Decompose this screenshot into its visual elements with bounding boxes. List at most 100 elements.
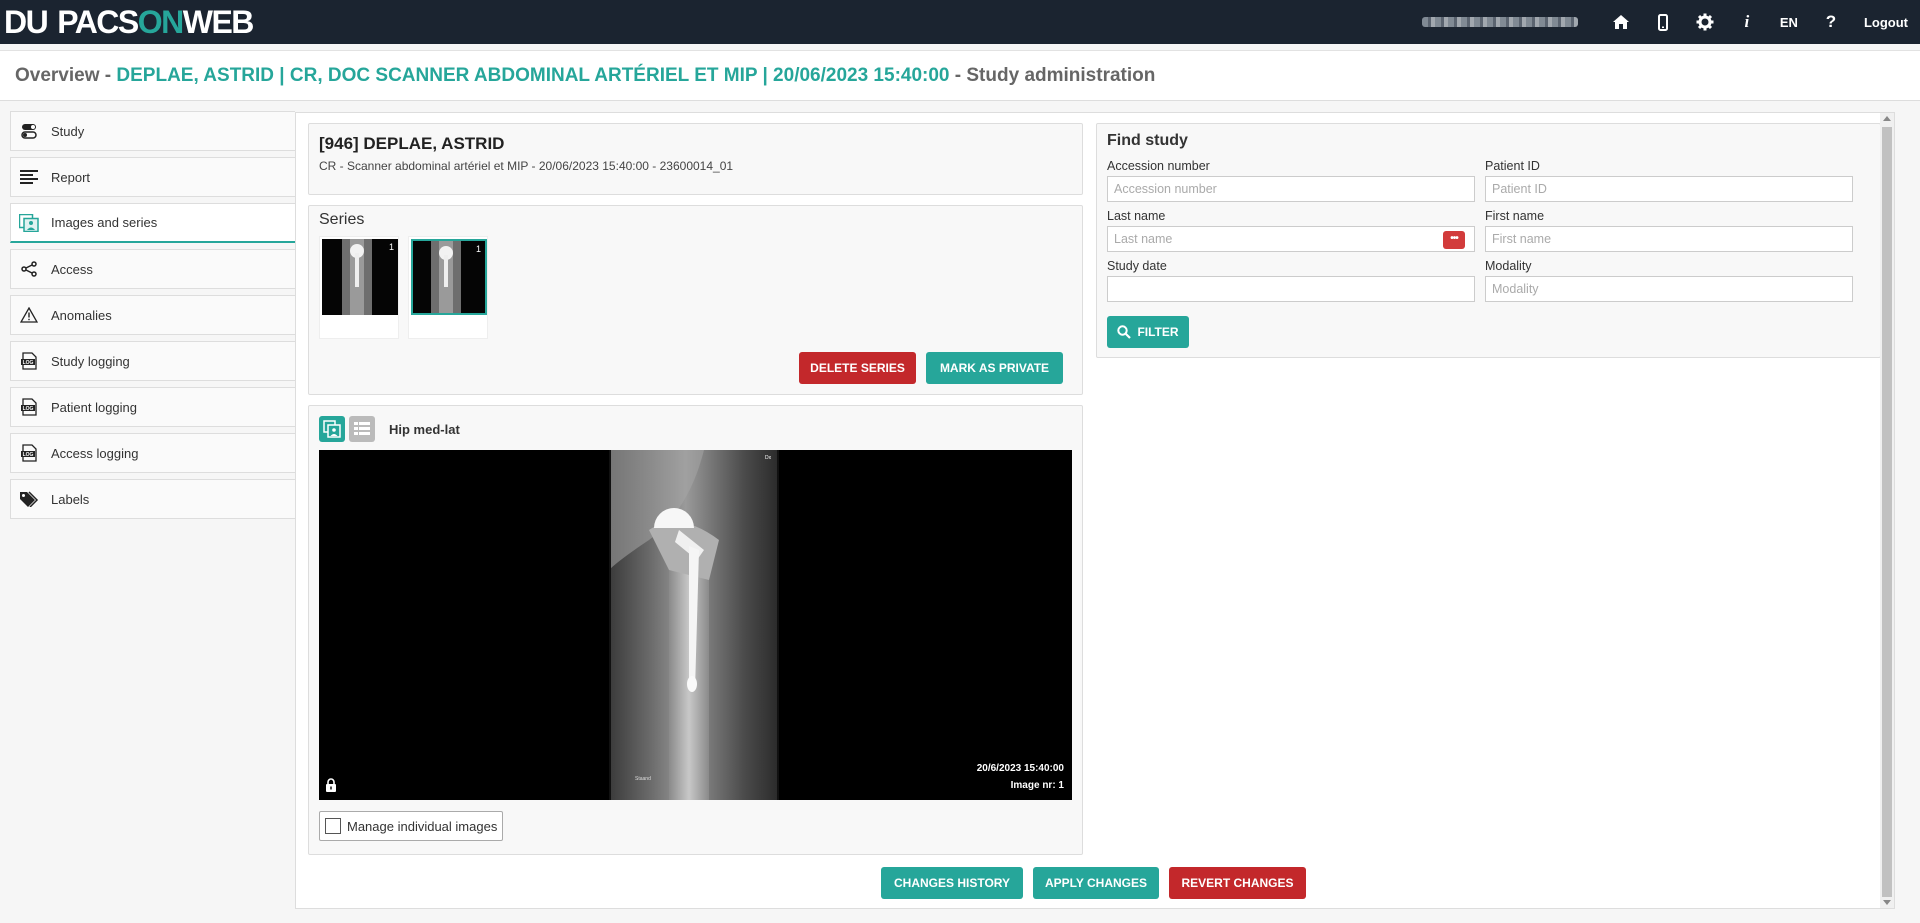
mobile-icon[interactable] xyxy=(1642,0,1684,44)
series-thumbnail-selected[interactable]: 1 xyxy=(408,236,488,339)
mark-as-private-button[interactable]: MARK AS PRIVATE xyxy=(926,352,1063,384)
search-icon xyxy=(1117,325,1132,339)
language-selector[interactable]: EN xyxy=(1768,15,1810,30)
title-prefix: Overview - xyxy=(15,65,117,86)
study-date-overlay: 20/6/2023 15:40:00 xyxy=(976,763,1064,774)
logo-on: ON xyxy=(137,3,185,40)
last-name-field: Last name ••• xyxy=(1107,209,1475,252)
checkbox-box[interactable] xyxy=(325,818,341,834)
sidebar-item-label: Images and series xyxy=(51,215,158,230)
last-name-input[interactable] xyxy=(1107,226,1475,252)
sidebar-item-access[interactable]: Access xyxy=(10,249,295,289)
series-description: Hip med-lat xyxy=(389,421,460,437)
log-icon: LOG xyxy=(19,397,39,417)
series-image-count: 1 xyxy=(475,244,481,254)
sidebar-item-labels[interactable]: Labels xyxy=(10,479,295,519)
sidebar-item-anomalies[interactable]: Anomalies xyxy=(10,295,295,335)
image-number-overlay: Image nr: 1 xyxy=(1010,780,1064,791)
accession-field: Accession number xyxy=(1107,159,1475,202)
manage-individual-images-checkbox[interactable]: Manage individual images xyxy=(319,811,504,841)
accession-label: Accession number xyxy=(1107,159,1210,173)
svg-text:LOG: LOG xyxy=(23,360,34,366)
sidebar-item-label: Study xyxy=(51,123,85,139)
patient-title: [946] DEPLAE, ASTRID xyxy=(319,134,505,153)
last-name-label: Last name xyxy=(1107,209,1166,223)
sidebar-item-label: Report xyxy=(51,169,91,185)
image-viewer-panel: Hip med-lat Dx Staand 20/6/2023 15:40:00… xyxy=(308,405,1083,855)
modality-label: Modality xyxy=(1485,259,1532,273)
patient-id-label: Patient ID xyxy=(1485,159,1540,173)
sidebar-item-access-logging[interactable]: LOG Access logging xyxy=(10,433,295,473)
report-icon xyxy=(19,167,39,187)
dicom-viewer[interactable]: Dx Staand 20/6/2023 15:40:00 Image nr: 1 xyxy=(319,450,1072,800)
sidebar-item-study[interactable]: Study xyxy=(10,111,295,151)
sidebar-item-patient-logging[interactable]: LOG Patient logging xyxy=(10,387,295,427)
list-view-toggle[interactable] xyxy=(349,416,375,442)
page-header: Overview - DEPLAE, ASTRID | CR, DOC SCAN… xyxy=(0,50,1920,101)
title-suffix: - Study administration xyxy=(949,65,1156,86)
sidebar-item-study-logging[interactable]: LOG Study logging xyxy=(10,341,295,381)
study-icon xyxy=(19,121,39,141)
sidebar-item-label: Patient logging xyxy=(51,399,138,415)
logo-pacs: PACS xyxy=(57,3,139,40)
study-date-input[interactable] xyxy=(1107,276,1475,302)
position-marker: Staand xyxy=(635,776,651,782)
logo-web: WEB xyxy=(182,3,255,40)
modality-field: Modality xyxy=(1485,259,1853,302)
changes-history-button[interactable]: CHANGES HISTORY xyxy=(881,867,1023,899)
sidebar-item-label: Access logging xyxy=(51,445,139,461)
vertical-scrollbar[interactable] xyxy=(1880,113,1894,908)
lock-icon[interactable] xyxy=(325,778,337,797)
patient-id-input[interactable] xyxy=(1485,176,1853,202)
svg-text:LOG: LOG xyxy=(23,452,34,458)
revert-changes-button[interactable]: REVERT CHANGES xyxy=(1169,867,1306,899)
log-icon: LOG xyxy=(19,351,39,371)
series-thumbnail-image: 1 xyxy=(322,239,398,315)
apply-changes-button[interactable]: APPLY CHANGES xyxy=(1033,867,1159,899)
modality-input[interactable] xyxy=(1485,276,1853,302)
series-title: Series xyxy=(319,211,365,228)
title-study-link[interactable]: DEPLAE, ASTRID | CR, DOC SCANNER ABDOMIN… xyxy=(116,65,949,86)
scrollbar-thumb[interactable] xyxy=(1882,127,1892,897)
share-icon xyxy=(19,259,39,279)
first-name-field: First name xyxy=(1485,209,1853,252)
sidebar: Study Report Images and series Access An… xyxy=(10,111,295,525)
find-study-panel: Find study Accession number Patient ID L… xyxy=(1096,123,1881,358)
series-panel: Series 1 1 DELETE SERIES MARK AS PRIVATE xyxy=(308,205,1083,395)
series-thumbnail[interactable]: 1 xyxy=(319,236,399,339)
page-title: Overview - DEPLAE, ASTRID | CR, DOC SCAN… xyxy=(15,65,1155,87)
password-manager-icon[interactable]: ••• xyxy=(1443,231,1465,249)
study-subtitle: CR - Scanner abdominal artériel et MIP -… xyxy=(319,159,734,173)
xray-image: Dx Staand xyxy=(609,450,779,800)
logout-link[interactable]: Logout xyxy=(1852,15,1920,30)
find-study-title: Find study xyxy=(1107,132,1188,149)
info-icon[interactable]: i xyxy=(1726,0,1768,44)
gear-icon[interactable] xyxy=(1684,0,1726,44)
side-marker: Dx xyxy=(765,455,772,461)
app-logo[interactable]: DU PACS ON WEB xyxy=(4,3,255,40)
log-icon: LOG xyxy=(19,443,39,463)
accession-input[interactable] xyxy=(1107,176,1475,202)
user-name-blurred[interactable] xyxy=(1421,17,1578,27)
first-name-input[interactable] xyxy=(1485,226,1853,252)
manage-label: Manage individual images xyxy=(347,818,498,834)
sidebar-item-report[interactable]: Report xyxy=(10,157,295,197)
sidebar-item-label: Labels xyxy=(51,491,90,507)
series-image-count: 1 xyxy=(388,242,394,252)
patient-id-field: Patient ID xyxy=(1485,159,1853,202)
images-view-toggle[interactable] xyxy=(319,416,345,442)
delete-series-button[interactable]: DELETE SERIES xyxy=(799,352,916,384)
warning-icon xyxy=(19,305,39,325)
scroll-down-arrow[interactable] xyxy=(1883,900,1891,905)
logo-du: DU xyxy=(4,3,49,40)
series-thumbnail-image: 1 xyxy=(411,239,487,315)
study-info-panel: [946] DEPLAE, ASTRID CR - Scanner abdomi… xyxy=(308,123,1083,195)
home-icon[interactable] xyxy=(1600,0,1642,44)
sidebar-item-images-and-series[interactable]: Images and series xyxy=(10,203,295,243)
svg-text:LOG: LOG xyxy=(23,406,34,412)
top-navigation-bar: DU PACS ON WEB i EN ? Logout xyxy=(0,0,1920,44)
scroll-up-arrow[interactable] xyxy=(1883,116,1891,121)
filter-button[interactable]: FILTER xyxy=(1107,316,1189,348)
sidebar-item-label: Anomalies xyxy=(51,307,112,323)
help-icon[interactable]: ? xyxy=(1810,0,1852,44)
